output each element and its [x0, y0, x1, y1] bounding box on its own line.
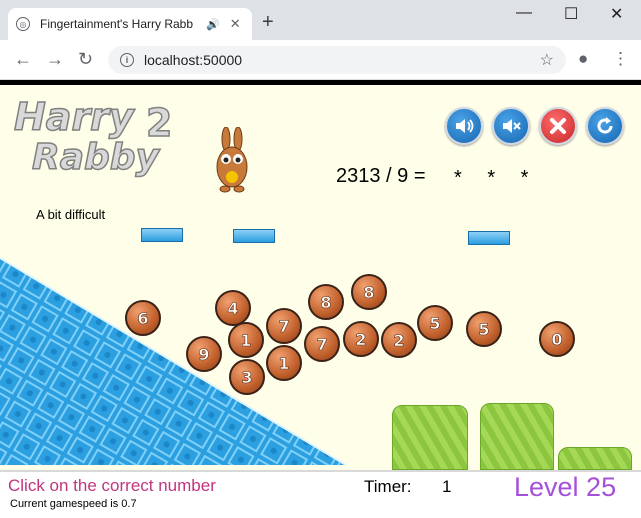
timer-label: Timer: — [364, 477, 412, 496]
bush-block — [392, 405, 468, 470]
url-text: localhost:50000 — [144, 52, 243, 68]
rabbit-character — [216, 127, 248, 193]
close-icon — [550, 118, 566, 134]
tab-close-icon[interactable]: ✕ — [230, 16, 241, 32]
platform — [141, 228, 183, 242]
number-ball[interactable]: 5 — [417, 305, 453, 341]
bush-block — [480, 403, 554, 470]
bookmark-star-icon[interactable]: ☆ — [540, 50, 554, 70]
gamespeed-text: Current gamespeed is 0.7 — [10, 498, 137, 510]
level-indicator: Level 25 — [514, 472, 617, 502]
bush-block — [558, 447, 632, 470]
number-ball[interactable]: 2 — [381, 322, 417, 358]
tab-strip: ◎ Fingertainment's Harry Rabb 🔊 ✕ + — ☐ … — [0, 0, 641, 40]
address-bar[interactable]: i localhost:50000 ☆ — [108, 46, 566, 74]
browser-chrome: ◎ Fingertainment's Harry Rabb 🔊 ✕ + — ☐ … — [0, 0, 641, 80]
site-info-icon[interactable]: i — [120, 53, 134, 67]
number-ball[interactable]: 1 — [228, 322, 264, 358]
window-close-button[interactable]: ✕ — [610, 4, 623, 24]
number-ball[interactable]: 7 — [266, 308, 302, 344]
number-ball[interactable]: 8 — [351, 274, 387, 310]
logo-rabby: Rabby — [31, 136, 160, 179]
platform — [233, 229, 275, 243]
new-tab-button[interactable]: + — [262, 12, 274, 32]
mute-button[interactable] — [492, 107, 530, 145]
minimize-button[interactable]: — — [516, 4, 532, 22]
speaker-on-icon — [456, 119, 474, 133]
number-ball[interactable]: 0 — [539, 321, 575, 357]
number-ball[interactable]: 9 — [186, 336, 222, 372]
number-ball[interactable]: 5 — [466, 311, 502, 347]
timer-value: 1 — [442, 477, 452, 496]
profile-icon[interactable]: ● — [578, 49, 588, 69]
math-question: 2313 / 9 = — [336, 165, 426, 187]
sound-on-button[interactable] — [445, 107, 483, 145]
number-ball[interactable]: 4 — [215, 290, 251, 326]
instruction-text: Click on the correct number — [8, 476, 216, 495]
reload-icon[interactable]: ↻ — [78, 49, 93, 70]
back-icon[interactable]: ← — [14, 49, 32, 70]
number-ball[interactable]: 1 — [266, 345, 302, 381]
platform — [468, 231, 510, 245]
number-ball[interactable]: 6 — [125, 300, 161, 336]
maximize-button[interactable]: ☐ — [564, 4, 578, 24]
forward-icon[interactable]: → — [46, 49, 64, 70]
number-ball[interactable]: 8 — [308, 284, 344, 320]
speaker-mute-icon — [503, 119, 521, 133]
logo-harry: Harry — [13, 94, 134, 140]
browser-tab[interactable]: ◎ Fingertainment's Harry Rabb 🔊 ✕ — [8, 8, 252, 40]
favicon-icon: ◎ — [16, 17, 30, 31]
browser-toolbar: ← → ↻ i localhost:50000 ☆ ● ⋮ — [0, 40, 641, 80]
game-canvas: Harry 2 Rabby 2313 / 9 = * * * A bit dif… — [0, 80, 641, 518]
number-ball[interactable]: 7 — [304, 326, 340, 362]
restart-button[interactable] — [586, 107, 624, 145]
menu-kebab-icon[interactable]: ⋮ — [612, 49, 629, 69]
difficulty-label: A bit difficult — [36, 207, 106, 222]
tab-title: Fingertainment's Harry Rabb — [40, 17, 194, 31]
status-bar: Click on the correct number Current game… — [0, 470, 641, 518]
tab-audio-icon[interactable]: 🔊 — [206, 18, 220, 31]
number-ball[interactable]: 2 — [343, 321, 379, 357]
restart-icon — [597, 117, 613, 134]
number-ball[interactable]: 3 — [229, 359, 265, 395]
close-game-button[interactable] — [539, 107, 577, 145]
answer-mask: * * * — [454, 167, 539, 189]
